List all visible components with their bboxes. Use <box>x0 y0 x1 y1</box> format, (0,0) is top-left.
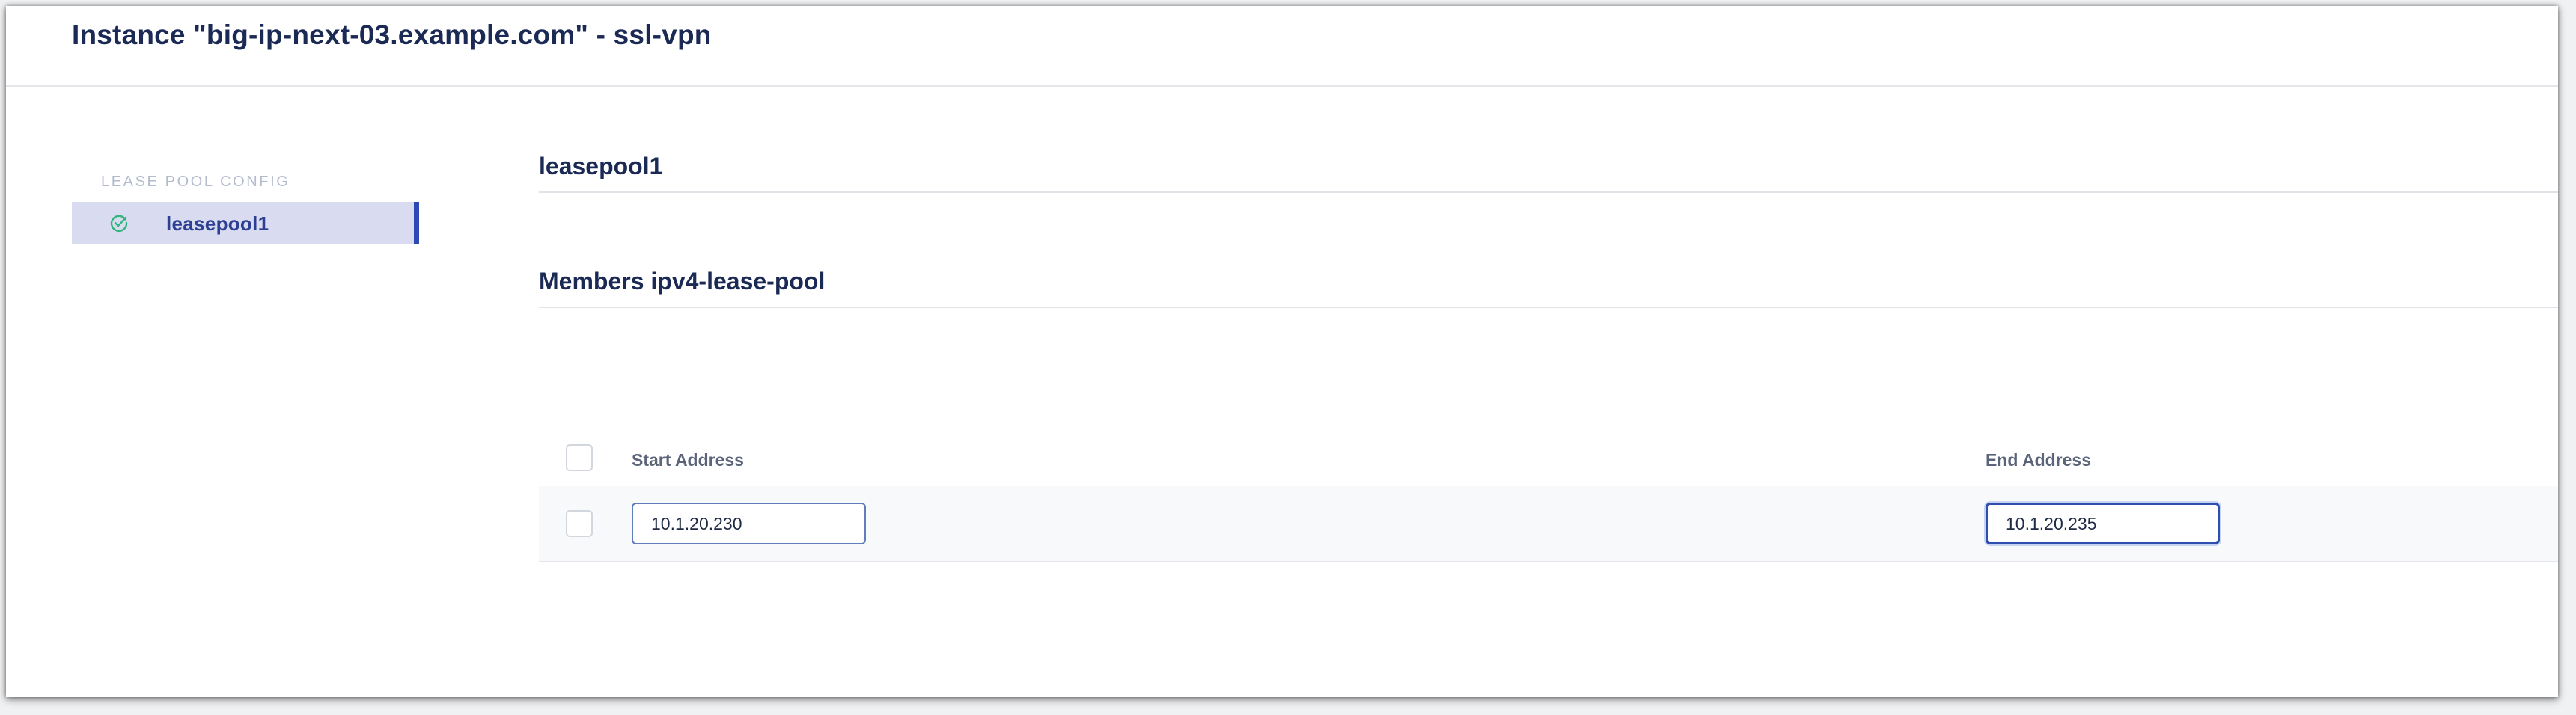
check-circle-icon <box>109 213 129 233</box>
pool-title: leasepool1 <box>539 153 663 179</box>
row-checkbox[interactable] <box>566 510 593 537</box>
app-window: Instance "big-ip-next-03.example.com" - … <box>6 6 2558 697</box>
sidebar-heading: LEASE POOL CONFIG <box>101 174 290 190</box>
members-title: Members ipv4-lease-pool <box>539 268 825 295</box>
sidebar-item-label: leasepool1 <box>166 212 269 235</box>
end-address-input[interactable] <box>1986 503 2220 544</box>
table-header-row: Start Address End Address <box>539 431 2558 488</box>
start-address-input[interactable] <box>632 503 866 544</box>
column-header-start-address: Start Address <box>632 450 744 470</box>
sidebar-item-leasepool1[interactable]: leasepool1 <box>72 202 419 244</box>
table-row <box>539 486 2558 562</box>
select-all-checkbox[interactable] <box>566 444 593 471</box>
page-title: Instance "big-ip-next-03.example.com" - … <box>72 19 712 50</box>
divider <box>539 191 2558 193</box>
divider <box>539 307 2558 308</box>
page-header: Instance "big-ip-next-03.example.com" - … <box>6 6 2558 87</box>
column-header-end-address: End Address <box>1986 450 2092 470</box>
